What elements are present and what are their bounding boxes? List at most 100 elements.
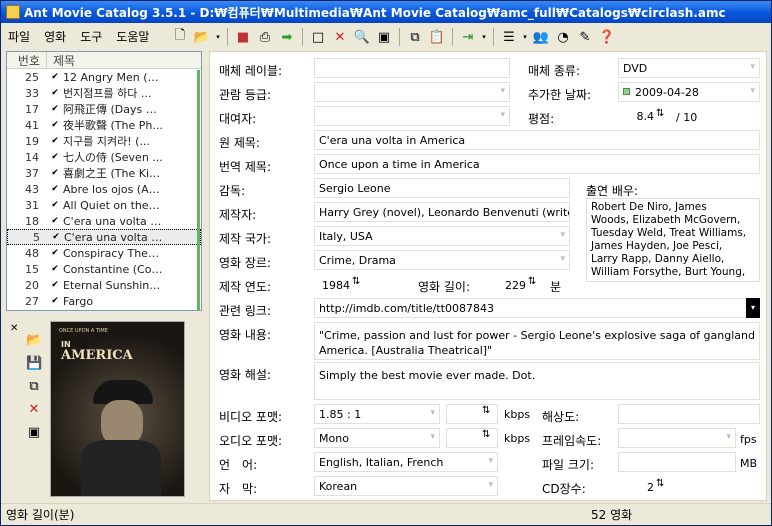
spin-arrows-icon[interactable]: ⇅ — [528, 276, 536, 287]
view-dropdown-icon[interactable]: ▾ — [522, 28, 528, 46]
add-icon[interactable]: □ — [309, 28, 327, 46]
list-item[interactable]: 48 ✔ Conspiracy Theory — [7, 245, 201, 261]
print-icon[interactable]: ⎙ — [256, 28, 274, 46]
spin-arrows-icon[interactable]: ⇅ — [352, 276, 360, 287]
spin-arrows-icon[interactable]: ⇅ — [656, 478, 664, 489]
open-dropdown-icon[interactable]: ▾ — [215, 28, 221, 46]
movie-list[interactable]: 번호 제목 25 ✔ 12 Angry Men (Tw... 33 ✔ 번지점프를 하다 … — [6, 51, 202, 311]
date-added-field[interactable]: 2009-04-28 — [618, 82, 760, 102]
subtitles-select[interactable]: Korean — [314, 476, 498, 496]
description-field[interactable]: "Crime, passion and lust for power - Ser… — [314, 322, 760, 360]
spin-arrows-icon[interactable]: ⇅ — [482, 405, 490, 416]
people-icon[interactable]: 👥 — [532, 28, 550, 46]
column-title[interactable]: 제목 — [47, 52, 201, 68]
translated-title-field[interactable]: Once upon a time in America — [314, 154, 760, 174]
list-item[interactable]: 19 ✔ 지구를 지켜라! (... — [7, 133, 201, 149]
list-item[interactable]: 37 ✔ 喜劇之王 (The Kin... — [7, 165, 201, 181]
list-item[interactable]: 33 ✔ 번지점프를 하다 ... — [7, 85, 201, 101]
list-view-icon[interactable]: ☰ — [500, 28, 518, 46]
actors-field[interactable]: Robert De Niro, James Woods, Elizabeth M… — [586, 198, 760, 282]
list-item[interactable]: 43 ✔Abre los ojos (Apri ... — [7, 181, 201, 197]
list-item[interactable]: 18 ✔ C'era una volta il ... — [7, 213, 201, 229]
column-number[interactable]: 번호 — [7, 52, 47, 68]
import-dropdown-icon[interactable]: ▾ — [481, 28, 487, 46]
checkbox-icon[interactable]: ✔ — [48, 232, 64, 242]
delete-picture-icon[interactable]: ✕ — [26, 402, 42, 418]
checkbox-icon[interactable]: ✔ — [47, 104, 63, 114]
media-type-select[interactable]: DVD — [618, 58, 760, 78]
genre-select[interactable]: Crime, Drama — [314, 250, 570, 270]
languages-select[interactable]: English, Italian, French — [314, 452, 498, 472]
options-icon[interactable]: ✎ — [576, 28, 594, 46]
close-icon[interactable]: ✕ — [10, 323, 18, 334]
list-item[interactable]: 15 ✔Constantine (Cons... — [7, 261, 201, 277]
menu-help[interactable]: 도움말 — [109, 28, 156, 45]
url-field[interactable]: http://imdb.com/title/tt0087843 — [314, 298, 760, 318]
list-item[interactable]: 27 ✔ Fargo — [7, 293, 201, 309]
checkbox-icon[interactable]: ✔ — [47, 184, 63, 194]
spin-arrows-icon[interactable]: ⇅ — [482, 429, 490, 440]
menu-movie[interactable]: 영화 — [37, 28, 73, 45]
video-format-select[interactable]: 1.85 : 1 — [314, 404, 440, 424]
rating-grade-select[interactable] — [314, 82, 510, 102]
list-item[interactable]: 25 ✔ 12 Angry Men (Tw... — [7, 69, 201, 85]
country-select[interactable]: Italy, USA — [314, 226, 570, 246]
original-title-field[interactable]: C'era una volta in America — [314, 130, 760, 150]
stats-icon[interactable]: ◔ — [554, 28, 572, 46]
checkbox-icon[interactable]: ✔ — [47, 200, 63, 210]
date-checkbox-icon[interactable] — [623, 88, 630, 95]
menu-file[interactable]: 파일 — [1, 28, 37, 45]
year-spinner[interactable]: 1984 — [314, 279, 350, 292]
copy-icon[interactable]: ⧉ — [406, 28, 424, 46]
borrower-select[interactable] — [314, 106, 510, 126]
view-picture-icon[interactable]: ▣ — [26, 425, 42, 441]
media-label-field[interactable] — [314, 58, 510, 78]
disks-spinner[interactable]: 2 — [618, 481, 654, 494]
checkbox-icon[interactable]: ✔ — [47, 152, 63, 162]
filesize-field[interactable] — [618, 452, 736, 472]
checkbox-icon[interactable]: ✔ — [47, 264, 63, 274]
checkbox-icon[interactable]: ✔ — [47, 72, 63, 82]
list-item[interactable]: 17 ✔ 阿飛正傳 (Days of... — [7, 101, 201, 117]
list-item[interactable]: 20 ✔Eternal Sunshine o... — [7, 277, 201, 293]
checkbox-icon[interactable]: ✔ — [47, 120, 63, 130]
list-scrollbar[interactable] — [195, 68, 201, 310]
save-icon[interactable]: ■ — [234, 28, 252, 46]
list-item[interactable]: 31 ✔ All Quiet on the W... — [7, 197, 201, 213]
save-picture-icon[interactable]: 💾 — [26, 356, 42, 372]
go-icon[interactable]: ➡ — [278, 28, 296, 46]
picture-icon[interactable]: ▣ — [375, 28, 393, 46]
checkbox-icon[interactable]: ✔ — [47, 248, 63, 258]
checkbox-icon[interactable]: ✔ — [47, 168, 63, 178]
import-icon[interactable]: ⇥ — [459, 28, 477, 46]
delete-icon[interactable]: ✕ — [331, 28, 349, 46]
list-item[interactable]: 14 ✔ 七人の侍 (Seven ... — [7, 149, 201, 165]
checkbox-icon[interactable]: ✔ — [47, 280, 63, 290]
producer-field[interactable]: Harry Grey (novel), Leonardo Benvenuti (… — [314, 202, 570, 222]
list-item[interactable]: 41 ✔ 夜半歌聲 (The Ph... — [7, 117, 201, 133]
list-item[interactable]: 5 ✔C'era una volta in ... — [7, 229, 201, 245]
url-dropdown-button[interactable]: ▾ — [746, 298, 760, 318]
spin-arrows-icon[interactable]: ⇅ — [656, 108, 664, 119]
director-field[interactable]: Sergio Leone — [314, 178, 570, 198]
copy-picture-icon[interactable]: ⧉ — [26, 379, 42, 395]
framerate-select[interactable] — [618, 428, 736, 448]
load-picture-icon[interactable]: 📂 — [26, 333, 42, 349]
score-spinner[interactable]: 8.4 — [618, 110, 655, 123]
comments-label: 영화 해설: — [219, 368, 272, 382]
checkbox-icon[interactable]: ✔ — [47, 88, 63, 98]
audio-format-select[interactable]: Mono — [314, 428, 440, 448]
comments-field[interactable]: Simply the best movie ever made. Dot. — [314, 362, 760, 400]
scrollbar-thumb[interactable] — [197, 70, 200, 310]
help-icon[interactable]: ❓ — [598, 28, 616, 46]
checkbox-icon[interactable]: ✔ — [47, 136, 63, 146]
open-icon[interactable]: 📂 — [193, 28, 211, 46]
menu-tools[interactable]: 도구 — [73, 28, 109, 45]
checkbox-icon[interactable]: ✔ — [47, 296, 63, 306]
new-icon[interactable]: 🗋 — [171, 28, 189, 46]
checkbox-icon[interactable]: ✔ — [47, 216, 63, 226]
length-spinner[interactable]: 229 — [496, 279, 526, 292]
resolution-field[interactable] — [618, 404, 760, 424]
find-icon[interactable]: 🔍 — [353, 28, 371, 46]
paste-icon[interactable]: 📋 — [428, 28, 446, 46]
